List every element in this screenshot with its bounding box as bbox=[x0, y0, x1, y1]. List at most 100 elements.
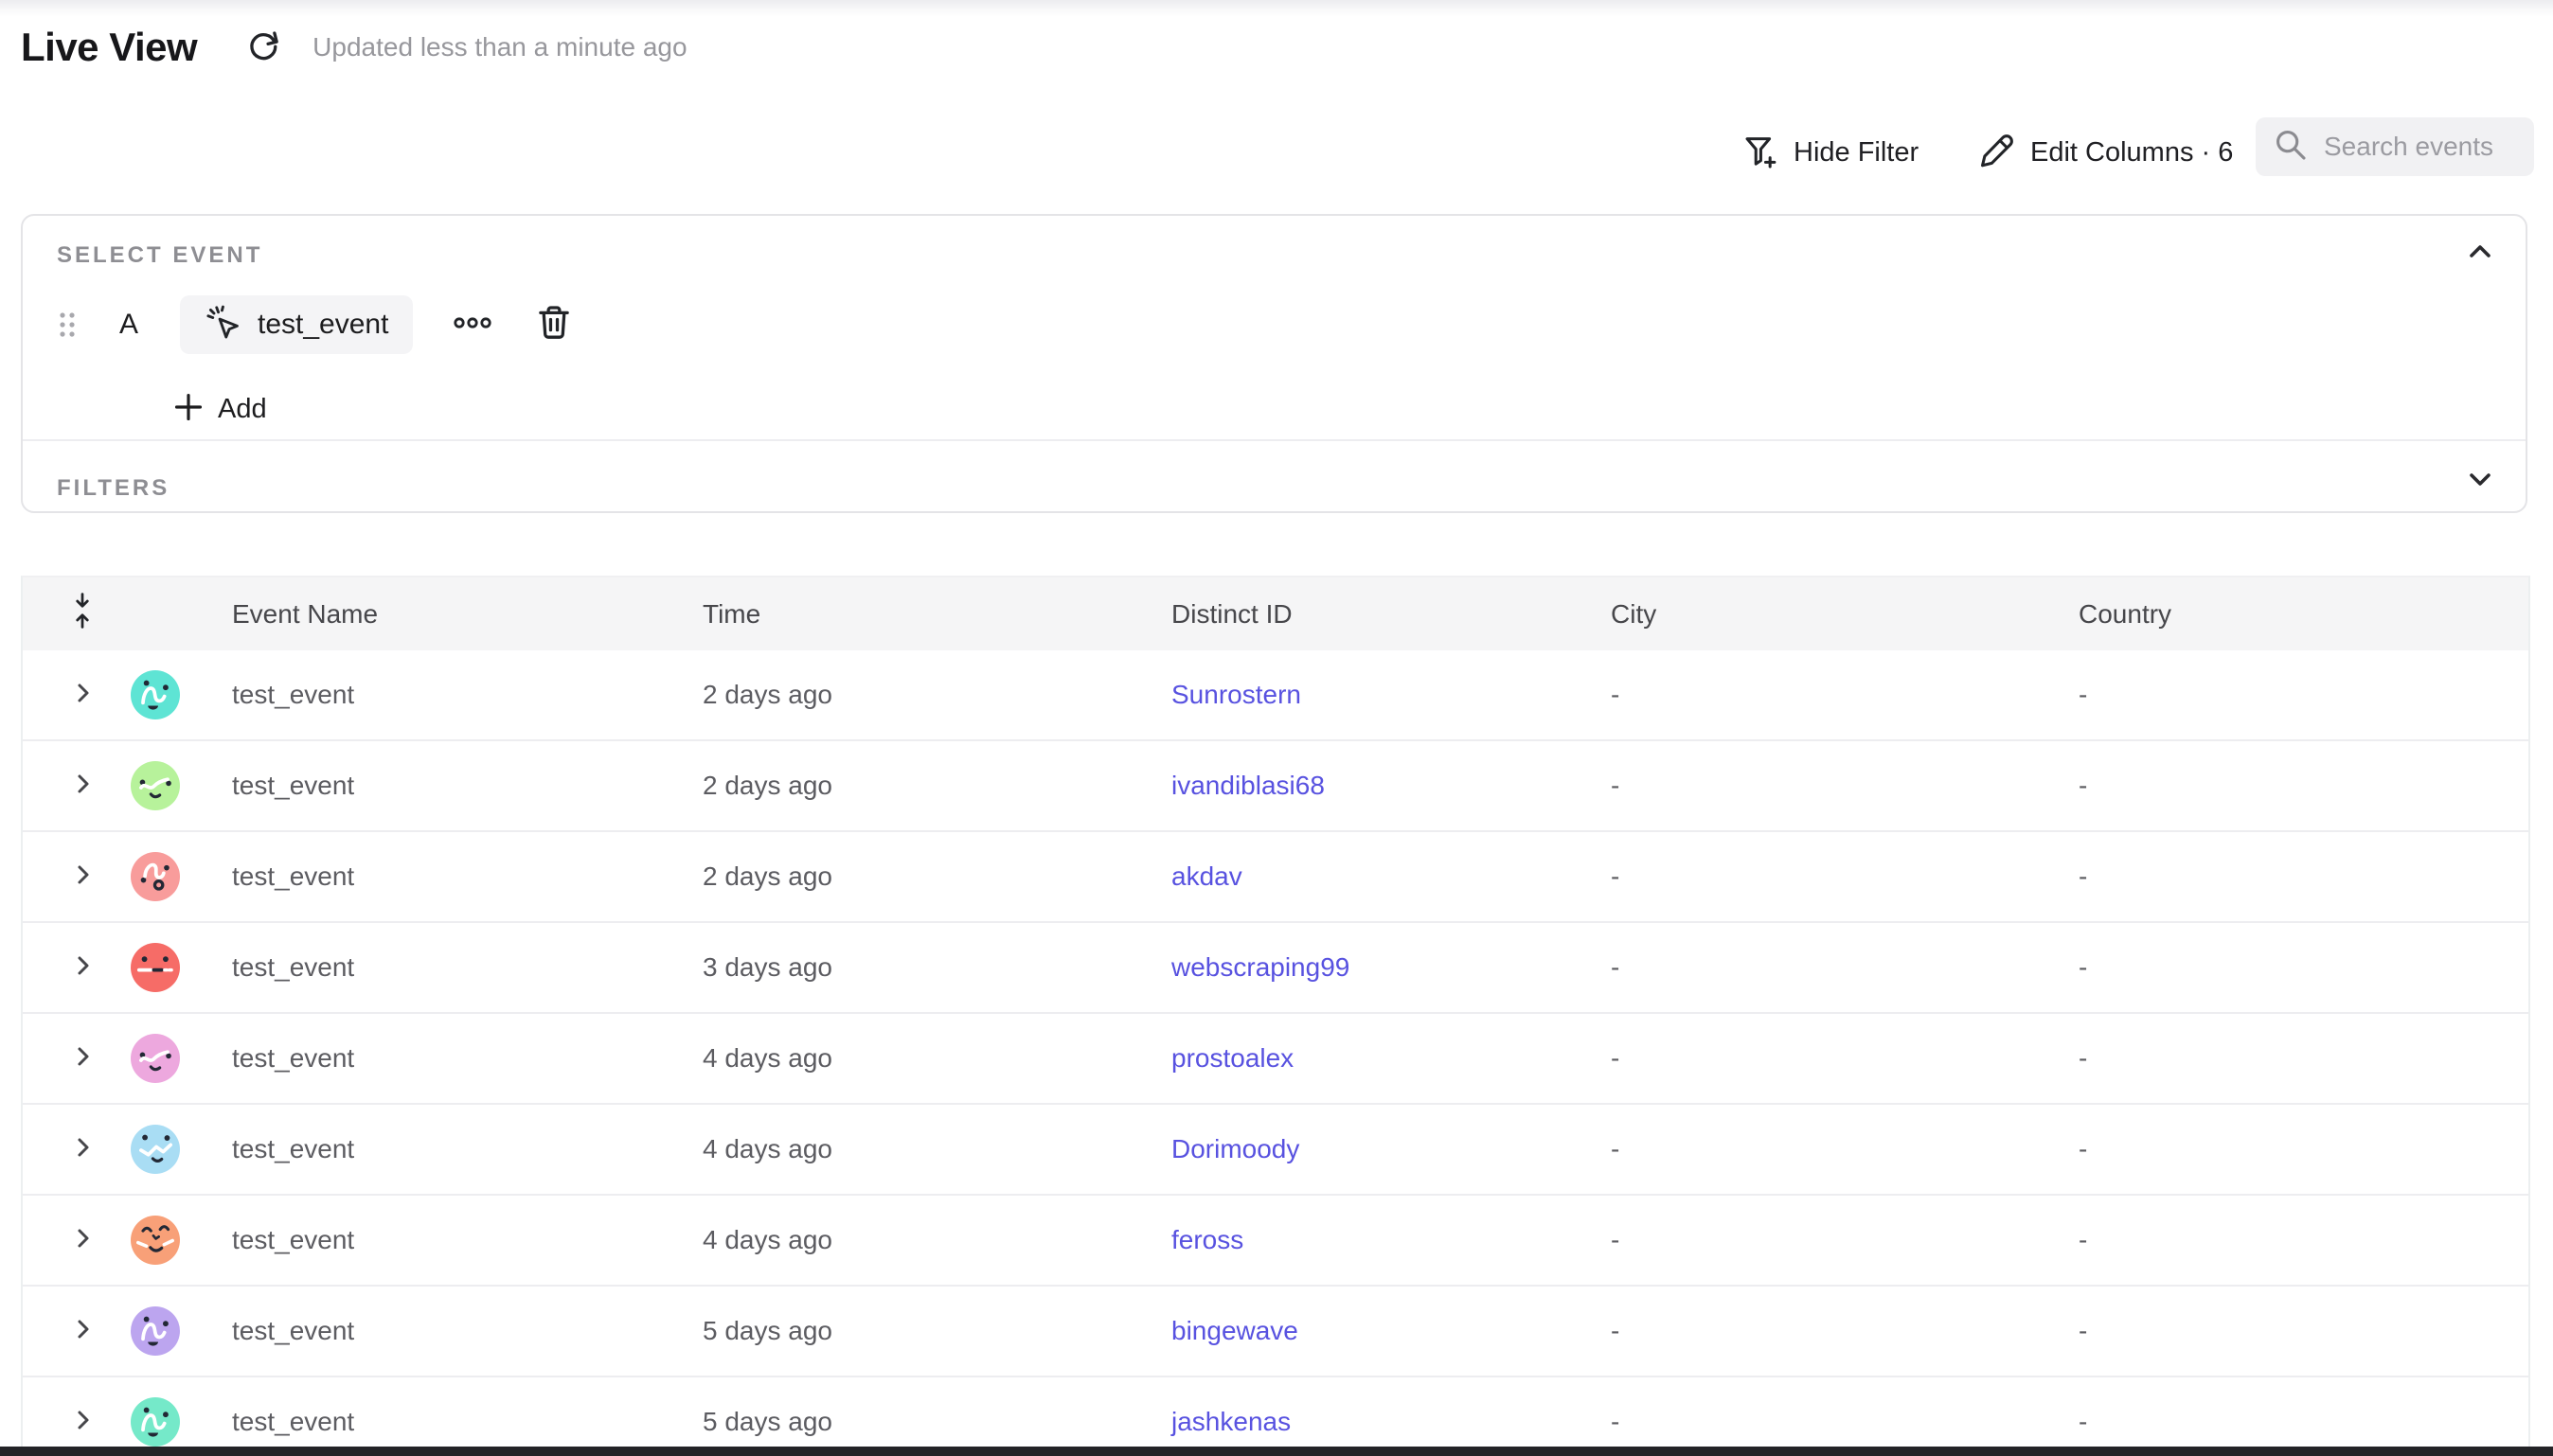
event-name-cell: test_event bbox=[232, 1043, 703, 1074]
drag-handle[interactable] bbox=[57, 311, 78, 339]
chevron-right-icon bbox=[74, 950, 93, 985]
edit-columns-button[interactable]: Edit Columns · 6 bbox=[1977, 125, 2233, 180]
column-header-country[interactable]: Country bbox=[2079, 599, 2528, 630]
event-name-cell: test_event bbox=[232, 952, 703, 983]
table-row: test_event2 days agoivandiblasi68-- bbox=[23, 741, 2528, 832]
user-avatar bbox=[131, 1125, 180, 1174]
search-input[interactable] bbox=[2324, 132, 2513, 162]
country-cell: - bbox=[2079, 952, 2528, 983]
distinct-id-link[interactable]: prostoalex bbox=[1171, 1043, 1294, 1073]
time-cell: 5 days ago bbox=[703, 1407, 1171, 1437]
distinct-id-cell: prostoalex bbox=[1171, 1043, 1611, 1074]
search-events-box[interactable] bbox=[2256, 117, 2534, 176]
plus-icon bbox=[172, 391, 205, 428]
distinct-id-link[interactable]: bingewave bbox=[1171, 1316, 1298, 1345]
more-options-icon bbox=[453, 316, 492, 334]
table-row: test_event2 days agoakdav-- bbox=[23, 832, 2528, 923]
row-expand-button[interactable] bbox=[23, 1405, 116, 1440]
collapse-all-rows-button[interactable] bbox=[23, 592, 116, 636]
add-event-button[interactable]: Add bbox=[172, 384, 267, 434]
delete-event-button[interactable] bbox=[536, 304, 572, 346]
search-icon bbox=[2273, 127, 2309, 168]
table-row: test_event4 days agoDorimoody-- bbox=[23, 1105, 2528, 1196]
expand-filters-button[interactable] bbox=[2461, 464, 2499, 498]
row-expand-button[interactable] bbox=[23, 1223, 116, 1258]
chevron-down-icon bbox=[2463, 466, 2497, 497]
avatar-cell bbox=[116, 1216, 232, 1265]
time-cell: 3 days ago bbox=[703, 952, 1171, 983]
city-cell: - bbox=[1611, 1407, 2079, 1437]
distinct-id-cell: feross bbox=[1171, 1225, 1611, 1255]
distinct-id-cell: webscraping99 bbox=[1171, 952, 1611, 983]
distinct-id-link[interactable]: Sunrostern bbox=[1171, 680, 1301, 709]
country-cell: - bbox=[2079, 771, 2528, 801]
refresh-icon bbox=[244, 27, 282, 69]
collapse-select-event-button[interactable] bbox=[2461, 237, 2499, 271]
chevron-right-icon bbox=[74, 769, 93, 804]
row-expand-button[interactable] bbox=[23, 769, 116, 804]
event-name-cell: test_event bbox=[232, 1407, 703, 1437]
row-expand-button[interactable] bbox=[23, 1314, 116, 1349]
filters-section-label: FILTERS bbox=[57, 475, 170, 502]
avatar-cell bbox=[116, 670, 232, 719]
event-query-row: A test_event bbox=[57, 295, 572, 354]
country-cell: - bbox=[2079, 1316, 2528, 1346]
hide-filter-button[interactable]: Hide Filter bbox=[1741, 125, 1919, 180]
user-avatar bbox=[131, 1034, 180, 1083]
user-avatar bbox=[131, 670, 180, 719]
row-expand-button[interactable] bbox=[23, 678, 116, 713]
live-view-page: Live View Updated less than a minute ago… bbox=[0, 0, 2553, 1456]
row-expand-button[interactable] bbox=[23, 1041, 116, 1076]
distinct-id-link[interactable]: jashkenas bbox=[1171, 1407, 1291, 1436]
chevron-right-icon bbox=[74, 860, 93, 895]
country-cell: - bbox=[2079, 861, 2528, 892]
city-cell: - bbox=[1611, 771, 2079, 801]
distinct-id-cell: akdav bbox=[1171, 861, 1611, 892]
chevron-right-icon bbox=[74, 1314, 93, 1349]
row-expand-button[interactable] bbox=[23, 950, 116, 985]
distinct-id-link[interactable]: ivandiblasi68 bbox=[1171, 771, 1325, 800]
hide-filter-label: Hide Filter bbox=[1794, 137, 1919, 169]
table-row: test_event2 days agoSunrostern-- bbox=[23, 650, 2528, 741]
event-more-options-button[interactable] bbox=[453, 316, 492, 334]
bottom-edge-bar bbox=[0, 1447, 2553, 1456]
event-select-chip[interactable]: test_event bbox=[180, 295, 413, 354]
select-event-section-label: SELECT EVENT bbox=[57, 242, 262, 269]
country-cell: - bbox=[2079, 680, 2528, 710]
distinct-id-link[interactable]: Dorimoody bbox=[1171, 1134, 1299, 1163]
avatar-cell bbox=[116, 852, 232, 901]
refresh-button[interactable] bbox=[242, 27, 284, 68]
table-row: test_event3 days agowebscraping99 -- bbox=[23, 923, 2528, 1014]
chevron-right-icon bbox=[74, 1041, 93, 1076]
distinct-id-link[interactable]: feross bbox=[1171, 1225, 1243, 1254]
distinct-id-cell: jashkenas bbox=[1171, 1407, 1611, 1437]
distinct-id-link[interactable]: webscraping99 bbox=[1171, 952, 1349, 982]
collapse-vertical-icon bbox=[70, 592, 95, 636]
chevron-up-icon bbox=[2463, 239, 2497, 270]
time-cell: 4 days ago bbox=[703, 1043, 1171, 1074]
country-cell: - bbox=[2079, 1407, 2528, 1437]
table-row: test_event4 days agoprostoalex-- bbox=[23, 1014, 2528, 1105]
event-name-cell: test_event bbox=[232, 1316, 703, 1346]
distinct-id-link[interactable]: akdav bbox=[1171, 861, 1242, 891]
distinct-id-cell: ivandiblasi68 bbox=[1171, 771, 1611, 801]
row-expand-button[interactable] bbox=[23, 1132, 116, 1167]
avatar-cell bbox=[116, 1306, 232, 1356]
column-header-event-name[interactable]: Event Name bbox=[232, 599, 703, 630]
row-expand-button[interactable] bbox=[23, 860, 116, 895]
country-cell: - bbox=[2079, 1043, 2528, 1074]
column-header-time[interactable]: Time bbox=[703, 599, 1171, 630]
city-cell: - bbox=[1611, 1316, 2079, 1346]
column-header-city[interactable]: City bbox=[1611, 599, 2079, 630]
time-cell: 4 days ago bbox=[703, 1225, 1171, 1255]
table-row: test_event5 days agobingewave-- bbox=[23, 1287, 2528, 1377]
distinct-id-cell: Dorimoody bbox=[1171, 1134, 1611, 1164]
table-row: test_event5 days agojashkenas -- bbox=[23, 1377, 2528, 1456]
event-name-cell: test_event bbox=[232, 1225, 703, 1255]
user-avatar bbox=[131, 1216, 180, 1265]
event-name-cell: test_event bbox=[232, 1134, 703, 1164]
column-header-distinct-id[interactable]: Distinct ID bbox=[1171, 599, 1611, 630]
avatar-cell bbox=[116, 1125, 232, 1174]
distinct-id-cell: Sunrostern bbox=[1171, 680, 1611, 710]
city-cell: - bbox=[1611, 952, 2079, 983]
